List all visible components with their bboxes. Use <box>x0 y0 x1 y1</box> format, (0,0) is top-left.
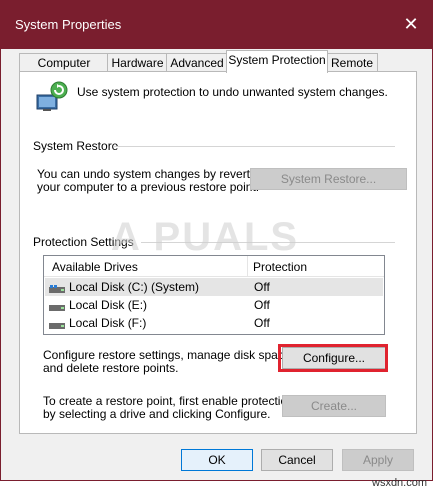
drive-protection: Off <box>254 280 270 294</box>
drive-protection: Off <box>254 316 270 330</box>
system-drive-icon <box>49 283 65 293</box>
drives-list[interactable]: Available Drives Protection Local Disk (… <box>43 255 385 335</box>
drive-name: Local Disk (F:) <box>69 316 147 330</box>
intro-text: Use system protection to undo unwanted s… <box>77 85 388 99</box>
configure-desc-2: and delete restore points. <box>43 361 179 375</box>
system-restore-heading: System Restore <box>33 139 119 153</box>
configure-desc-1: Configure restore settings, manage disk … <box>43 348 294 362</box>
drive-name: Local Disk (C:) (System) <box>69 280 200 294</box>
drive-protection: Off <box>254 298 270 312</box>
list-header: Available Drives Protection <box>44 256 384 277</box>
title-bar[interactable]: System Properties ✕ <box>1 1 432 49</box>
watermark: A PUALS <box>111 215 300 259</box>
create-button[interactable]: Create... <box>282 395 386 417</box>
system-protection-icon <box>35 81 69 113</box>
tab-system-protection[interactable]: System Protection <box>226 50 328 73</box>
ok-button[interactable]: OK <box>181 449 253 471</box>
system-restore-divider <box>113 146 395 147</box>
table-row[interactable]: Local Disk (F:) Off <box>45 314 383 332</box>
window-title: System Properties <box>15 17 122 32</box>
column-separator[interactable] <box>247 256 248 276</box>
drive-name: Local Disk (E:) <box>69 298 148 312</box>
close-button[interactable]: ✕ <box>400 13 422 35</box>
cancel-button[interactable]: Cancel <box>261 449 333 471</box>
tab-remote[interactable]: Remote <box>326 53 378 72</box>
create-desc-2: by selecting a drive and clicking Config… <box>43 407 271 421</box>
column-available-drives[interactable]: Available Drives <box>52 260 138 274</box>
system-restore-desc-1: You can undo system changes by reverting <box>37 167 267 181</box>
table-row[interactable]: Local Disk (E:) Off <box>45 296 383 314</box>
tab-hardware[interactable]: Hardware <box>107 53 168 72</box>
table-row[interactable]: Local Disk (C:) (System) Off <box>45 278 383 296</box>
apply-button[interactable]: Apply <box>342 449 414 471</box>
system-restore-button[interactable]: System Restore... <box>250 168 407 190</box>
configure-highlight <box>278 344 388 372</box>
system-restore-desc-2: your computer to a previous restore poin… <box>37 180 260 194</box>
tab-advanced[interactable]: Advanced <box>166 53 228 72</box>
column-protection[interactable]: Protection <box>253 260 307 274</box>
tab-computer-name[interactable]: Computer Name <box>19 53 109 88</box>
system-properties-window: System Properties ✕ Computer Name Hardwa… <box>0 0 433 481</box>
drive-icon <box>49 319 65 329</box>
drive-icon <box>49 301 65 311</box>
site-watermark: wsxdn.com <box>372 477 428 489</box>
create-desc-1: To create a restore point, first enable … <box>43 394 294 408</box>
